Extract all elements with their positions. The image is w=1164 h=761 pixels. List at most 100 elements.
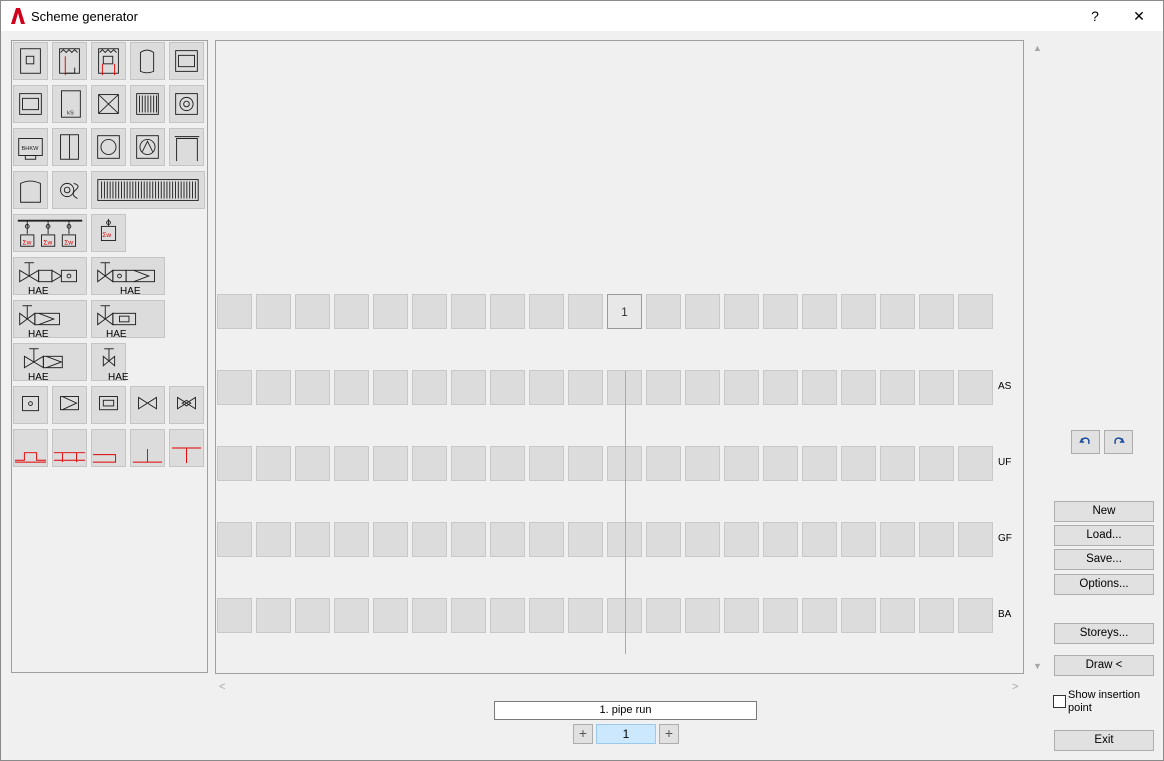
palette-button-pump-circle[interactable] xyxy=(91,128,126,166)
storey-as-cell[interactable] xyxy=(568,370,603,405)
storey-uf-cell[interactable] xyxy=(334,446,369,481)
palette-button-cone-valve[interactable] xyxy=(52,386,87,424)
help-button[interactable]: ? xyxy=(1073,1,1117,31)
undo-button[interactable] xyxy=(1071,430,1100,454)
palette-button-boiler[interactable] xyxy=(13,42,48,80)
palette-button-flow-meter[interactable] xyxy=(91,386,126,424)
top-row-cell[interactable] xyxy=(646,294,681,329)
palette-button-oven-2[interactable] xyxy=(13,85,48,123)
storey-gf-cell[interactable] xyxy=(451,522,486,557)
storey-uf-cell[interactable] xyxy=(880,446,915,481)
storey-as-cell[interactable] xyxy=(451,370,486,405)
storey-gf-cell[interactable] xyxy=(529,522,564,557)
storey-gf-cell[interactable] xyxy=(880,522,915,557)
storey-uf-cell[interactable] xyxy=(568,446,603,481)
palette-button-valve-assembly-3[interactable]: HAE xyxy=(13,300,87,340)
storey-uf-cell[interactable] xyxy=(841,446,876,481)
storey-uf-cell[interactable] xyxy=(529,446,564,481)
top-row-cell[interactable] xyxy=(529,294,564,329)
scroll-right-arrow-icon[interactable]: > xyxy=(1012,681,1018,693)
top-row-cell[interactable] xyxy=(841,294,876,329)
storey-as-cell[interactable] xyxy=(334,370,369,405)
palette-button-pipe-tee-3[interactable] xyxy=(91,429,126,467)
storey-as-cell[interactable] xyxy=(295,370,330,405)
load-button[interactable]: Load... xyxy=(1054,525,1154,546)
palette-button-chp-unit[interactable]: BHKW xyxy=(13,128,48,166)
storey-as-cell[interactable] xyxy=(880,370,915,405)
top-row-cell[interactable] xyxy=(958,294,993,329)
scroll-up-arrow-icon[interactable]: ▲ xyxy=(1033,43,1042,53)
storey-as-cell[interactable] xyxy=(763,370,798,405)
storey-uf-cell[interactable] xyxy=(724,446,759,481)
storey-uf-cell[interactable] xyxy=(451,446,486,481)
top-row-cell[interactable] xyxy=(217,294,252,329)
palette-button-radiator[interactable] xyxy=(130,85,165,123)
palette-button-valve-single[interactable]: HAE xyxy=(91,343,129,383)
palette-button-panel-unit[interactable] xyxy=(52,128,87,166)
palette-button-consumer-single[interactable]: Σw xyxy=(91,214,126,252)
top-row-cell[interactable] xyxy=(373,294,408,329)
top-row-cell[interactable] xyxy=(724,294,759,329)
palette-button-valve-assembly-5[interactable]: HAE xyxy=(13,343,87,383)
storey-ba-cell[interactable] xyxy=(529,598,564,633)
top-row-cell[interactable] xyxy=(763,294,798,329)
pipe-run-stepper-value[interactable]: 1 xyxy=(596,724,656,744)
storey-gf-cell[interactable] xyxy=(256,522,291,557)
storey-ba-cell[interactable] xyxy=(373,598,408,633)
palette-button-boiler-with-pipes[interactable] xyxy=(52,42,87,80)
storey-ba-cell[interactable] xyxy=(724,598,759,633)
storey-gf-cell[interactable] xyxy=(373,522,408,557)
storey-as-cell[interactable] xyxy=(529,370,564,405)
storey-uf-cell[interactable] xyxy=(295,446,330,481)
pipe-run-decrement-button[interactable]: + xyxy=(573,724,593,744)
storey-uf-cell[interactable] xyxy=(685,446,720,481)
palette-button-pipe-tee-2[interactable] xyxy=(52,429,87,467)
palette-button-kw-unit[interactable]: kS xyxy=(52,85,87,123)
storey-uf-cell[interactable] xyxy=(763,446,798,481)
storey-gf-cell[interactable] xyxy=(685,522,720,557)
palette-button-valve-assembly-4[interactable]: HAE xyxy=(91,300,165,340)
storey-uf-cell[interactable] xyxy=(919,446,954,481)
storey-uf-cell[interactable] xyxy=(217,446,252,481)
save-button[interactable]: Save... xyxy=(1054,549,1154,570)
storey-ba-cell[interactable] xyxy=(841,598,876,633)
top-row-active-cell[interactable]: 1 xyxy=(607,294,642,329)
storey-gf-cell[interactable] xyxy=(919,522,954,557)
draw-button[interactable]: Draw < xyxy=(1054,655,1154,676)
storey-ba-cell[interactable] xyxy=(295,598,330,633)
storey-ba-cell[interactable] xyxy=(802,598,837,633)
storey-gf-cell[interactable] xyxy=(724,522,759,557)
pipe-run-field[interactable]: 1. pipe run xyxy=(494,701,757,720)
storey-gf-cell[interactable] xyxy=(958,522,993,557)
storey-as-cell[interactable] xyxy=(217,370,252,405)
options-button[interactable]: Options... xyxy=(1054,574,1154,595)
palette-button-consumer-group[interactable]: Σw Σw Σw xyxy=(13,214,87,252)
palette-button-butterfly-valve[interactable] xyxy=(130,386,165,424)
palette-button-heat-exchanger[interactable] xyxy=(91,85,126,123)
top-row-cell[interactable] xyxy=(880,294,915,329)
palette-button-meter[interactable] xyxy=(13,386,48,424)
palette-button-valve-assembly-2[interactable]: HAE xyxy=(91,257,165,297)
storey-gf-cell[interactable] xyxy=(802,522,837,557)
palette-button-pipe-tee-5[interactable] xyxy=(169,429,204,467)
storey-uf-cell[interactable] xyxy=(958,446,993,481)
top-row-cell[interactable] xyxy=(685,294,720,329)
top-row-cell[interactable] xyxy=(334,294,369,329)
storey-gf-cell[interactable] xyxy=(568,522,603,557)
storey-as-cell[interactable] xyxy=(490,370,525,405)
palette-button-pipe-tee-4[interactable] xyxy=(130,429,165,467)
storey-ba-cell[interactable] xyxy=(217,598,252,633)
top-row-cell[interactable] xyxy=(568,294,603,329)
palette-button-fan-unit[interactable] xyxy=(169,85,204,123)
storey-as-cell[interactable] xyxy=(256,370,291,405)
storey-gf-cell[interactable] xyxy=(412,522,447,557)
storey-uf-cell[interactable] xyxy=(802,446,837,481)
exit-button[interactable]: Exit xyxy=(1054,730,1154,751)
palette-button-frame-unit[interactable] xyxy=(169,128,204,166)
palette-button-oven[interactable] xyxy=(169,42,204,80)
storey-uf-cell[interactable] xyxy=(256,446,291,481)
storey-ba-cell[interactable] xyxy=(958,598,993,633)
show-insertion-point-checkbox[interactable] xyxy=(1053,695,1066,708)
palette-button-pump-with-pipe[interactable] xyxy=(52,171,87,209)
storey-as-cell[interactable] xyxy=(841,370,876,405)
